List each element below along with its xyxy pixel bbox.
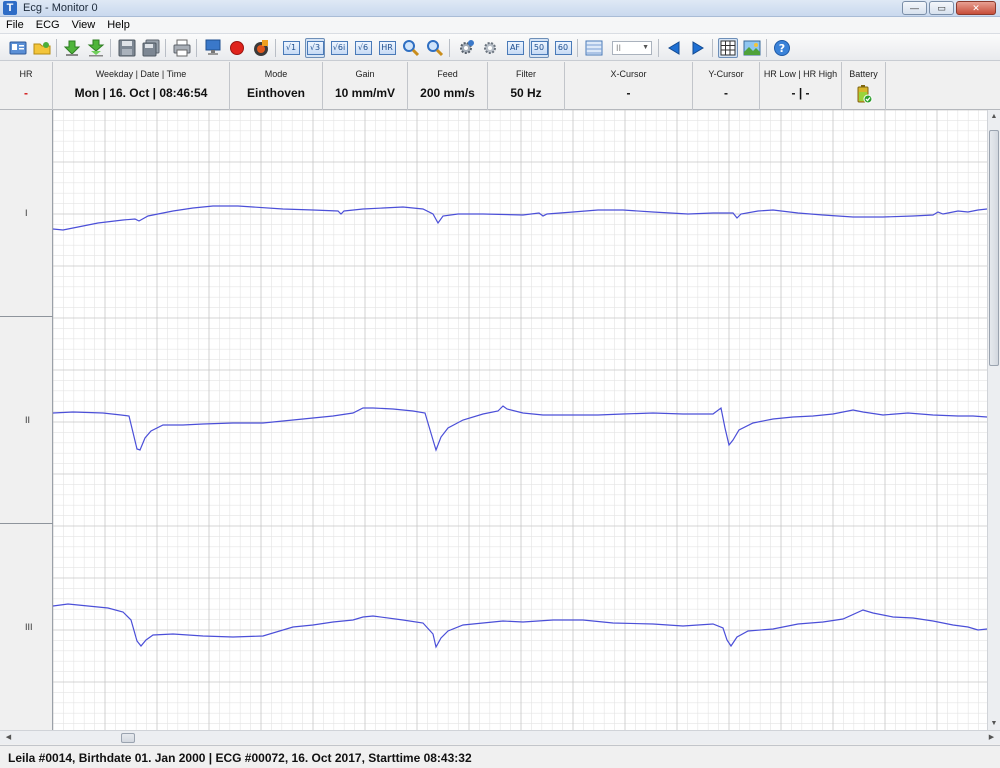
hr-range-value: - | -	[791, 86, 810, 100]
next-icon[interactable]	[688, 38, 708, 58]
menu-view[interactable]: View	[66, 19, 102, 31]
battery-cell: Battery	[842, 62, 886, 110]
ecg-grid	[53, 110, 987, 730]
lead-label-1: I	[25, 208, 28, 218]
lead-label-2: II	[25, 415, 31, 425]
lead-slot-2: II	[0, 317, 53, 524]
status-bar: Leila #0014, Birthdate 01. Jan 2000 | EC…	[0, 745, 1000, 768]
af-icon[interactable]: AF	[505, 38, 525, 58]
feed-cell: Feed 200 mm/s	[408, 62, 488, 110]
lead1-icon[interactable]: √1	[281, 38, 301, 58]
window-controls: — ▭ ✕	[902, 1, 996, 15]
scroll-left-icon[interactable]: ◀	[2, 731, 15, 744]
battery-icon	[855, 84, 873, 107]
hr-value: -	[24, 86, 28, 100]
rate60-icon[interactable]: 60	[553, 38, 573, 58]
settings-alt-icon[interactable]	[480, 38, 500, 58]
layout-select[interactable]: II ▼	[612, 41, 652, 55]
x-cursor-cell: X-Cursor -	[565, 62, 693, 110]
lead-slot-3: III	[0, 524, 53, 730]
feed-value: 200 mm/s	[420, 86, 475, 100]
menu-file[interactable]: File	[0, 19, 30, 31]
toolbar: √1 √3 √6i √6 HR AF 50 60 II ▼ ?	[0, 33, 1000, 61]
menu-ecg[interactable]: ECG	[30, 19, 66, 31]
grid-pattern-icon[interactable]	[584, 38, 604, 58]
vertical-scroll-thumb[interactable]	[989, 130, 999, 366]
scroll-up-icon[interactable]: ▲	[988, 110, 1000, 123]
title-bar: T Ecg - Monitor 0 — ▭ ✕	[0, 0, 1000, 17]
app-icon: T	[3, 1, 17, 15]
vertical-scrollbar[interactable]: ▲ ▼	[987, 110, 1000, 730]
window-title: Ecg - Monitor 0	[23, 2, 98, 14]
record-icon[interactable]	[227, 38, 247, 58]
stop-record-icon[interactable]	[251, 38, 271, 58]
lead6-icon[interactable]: √6	[353, 38, 373, 58]
download-icon[interactable]	[62, 38, 82, 58]
hr-icon[interactable]: HR	[377, 38, 397, 58]
info-bar: HR - Weekday | Date | Time Mon | 16. Oct…	[0, 62, 1000, 110]
image-icon[interactable]	[742, 38, 762, 58]
svg-text:?: ?	[779, 42, 785, 55]
rate50-icon[interactable]: 50	[529, 38, 549, 58]
maximize-button[interactable]: ▭	[929, 1, 954, 15]
settings-icon[interactable]	[456, 38, 476, 58]
grid-icon[interactable]	[718, 38, 738, 58]
y-cursor-value: -	[724, 86, 728, 100]
download-all-icon[interactable]	[86, 38, 106, 58]
filter-value: 50 Hz	[510, 86, 542, 100]
hr-range-cell: HR Low | HR High - | -	[760, 62, 842, 110]
filter-cell: Filter 50 Hz	[488, 62, 565, 110]
help-icon[interactable]: ?	[772, 38, 792, 58]
save-all-icon[interactable]	[141, 38, 161, 58]
minimize-button[interactable]: —	[902, 1, 927, 15]
zoom-in-icon[interactable]	[401, 38, 421, 58]
patient-info: Leila #0014, Birthdate 01. Jan 2000 | EC…	[8, 751, 472, 765]
gain-cell: Gain 10 mm/mV	[323, 62, 408, 110]
lead-label-3: III	[25, 622, 33, 632]
datetime-value: Mon | 16. Oct | 08:46:54	[74, 86, 208, 100]
ecg-chart[interactable]	[53, 110, 987, 730]
menu-bar: File ECG View Help	[0, 17, 1000, 33]
lead3-icon[interactable]: √3	[305, 38, 325, 58]
datetime-cell: Weekday | Date | Time Mon | 16. Oct | 08…	[53, 62, 230, 110]
print-icon[interactable]	[172, 38, 192, 58]
hr-cell: HR -	[0, 62, 53, 110]
save-icon[interactable]	[117, 38, 137, 58]
open-patient-icon[interactable]	[8, 38, 28, 58]
lead-slot-1: I	[0, 110, 53, 317]
zoom-out-icon[interactable]	[425, 38, 445, 58]
menu-help[interactable]: Help	[101, 19, 136, 31]
scroll-down-icon[interactable]: ▼	[988, 717, 1000, 730]
horizontal-scrollbar[interactable]: ◀ ▶	[0, 730, 1000, 744]
prev-icon[interactable]	[664, 38, 684, 58]
gain-value: 10 mm/mV	[334, 86, 396, 100]
close-button[interactable]: ✕	[956, 1, 996, 15]
horizontal-scroll-thumb[interactable]	[121, 733, 135, 743]
y-cursor-cell: Y-Cursor -	[693, 62, 760, 110]
open-folder-icon[interactable]	[32, 38, 52, 58]
mode-cell: Mode Einthoven	[230, 62, 323, 110]
scroll-right-icon[interactable]: ▶	[985, 731, 998, 744]
x-cursor-value: -	[626, 86, 631, 100]
chevron-down-icon: ▼	[642, 44, 649, 51]
monitor-icon[interactable]	[203, 38, 223, 58]
mode-value: Einthoven	[246, 86, 305, 100]
lead6i-icon[interactable]: √6i	[329, 38, 349, 58]
lead-label-panel: I II III	[0, 110, 53, 730]
